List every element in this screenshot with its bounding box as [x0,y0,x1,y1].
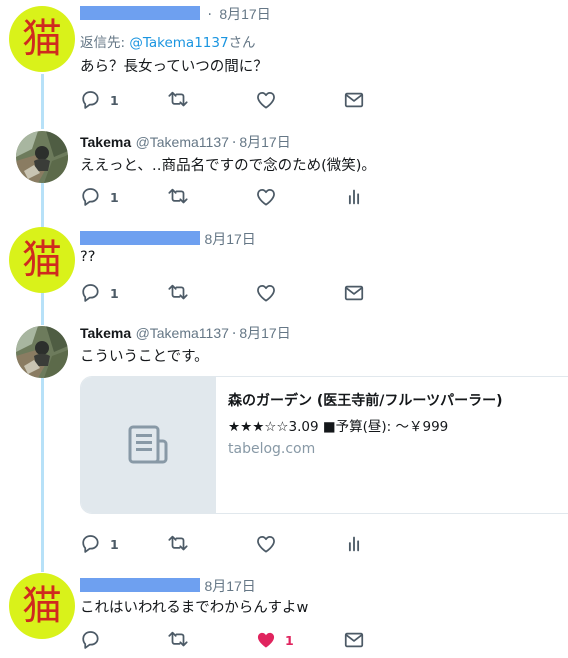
display-name[interactable]: Takema [80,325,131,341]
reply-icon [82,188,99,206]
reply-button[interactable] [80,629,102,651]
heart-filled-icon [257,632,275,648]
retweet-icon [168,91,188,107]
retweet-button[interactable] [167,282,189,304]
user-photo-image [16,326,68,378]
reply-icon [82,535,99,553]
direct-message-button[interactable] [343,89,365,111]
user-handle[interactable]: @Takema1137 [136,325,229,341]
retweet-button[interactable] [167,186,189,208]
like-button[interactable]: 1 [255,629,294,651]
like-count: 1 [285,632,294,648]
document-icon [128,425,167,464]
tweet[interactable]: Takema @Takema1137 · 8月17日 ええっと、‥商品名ですので念の… [0,120,568,220]
retweet-icon [168,535,188,551]
timestamp[interactable]: 8月17日 [239,325,290,341]
timestamp[interactable]: 8月17日 [219,6,270,22]
retweet-icon [168,284,188,300]
avatar[interactable]: 猫 [9,573,75,639]
mention-link[interactable]: @Takema1137 [129,35,228,51]
tweet-header: · 8月17日 [80,4,271,24]
direct-message-button[interactable] [343,282,365,304]
tweet[interactable]: 猫 8月17日 これはいわれるまでわからんすよw 1 [0,567,568,658]
link-card[interactable]: 森のガーデン (医王寺前/フルーツパーラー) ★★★☆☆3.09 ■予算(昼):… [80,376,568,514]
heart-icon [257,91,275,109]
tweet-text: こういうことです。 [80,349,209,365]
card-domain: tabelog.com [228,441,316,457]
tweet-actions: 1 [80,282,380,304]
avatar[interactable]: 猫 [9,227,75,293]
avatar[interactable] [16,326,68,378]
reply-icon [82,91,99,109]
like-button[interactable] [255,533,277,555]
tweet-header: 8月17日 [80,576,256,596]
mail-icon [344,285,364,301]
tweet-text: ?? [80,249,96,265]
tweet-text: ええっと、‥商品名ですので念のため(微笑)。 [80,158,376,174]
retweet-button[interactable] [167,629,189,651]
tweet-actions: 1 [80,186,380,208]
tweet-text: あら？長女っていつの間に？ [80,59,268,75]
tweet-text: これはいわれるまでわからんすよw [80,600,309,616]
tweet-actions: 1 [80,533,380,555]
analytics-button[interactable] [343,186,365,208]
timestamp[interactable]: 8月17日 [204,578,255,594]
reply-count: 1 [110,92,119,108]
reply-icon [82,284,99,302]
analytics-icon [348,536,360,552]
redacted-name [80,231,200,245]
analytics-icon [348,189,360,205]
user-handle[interactable]: @Takema1137 [136,134,229,150]
like-button[interactable] [255,186,277,208]
tweet[interactable]: 猫 8月17日 ?? 1 [0,220,568,317]
tweet[interactable]: Takema @Takema1137 · 8月17日 こういうことです。 森のガーデ… [0,317,568,567]
redacted-name [80,578,200,592]
avatar[interactable] [16,131,68,183]
direct-message-button[interactable] [343,629,365,651]
mail-icon [344,632,364,648]
reply-button[interactable]: 1 [80,533,119,555]
reply-count: 1 [110,189,119,205]
reply-button[interactable]: 1 [80,89,119,111]
tweet-header: 8月17日 [80,229,256,249]
redacted-name [80,6,200,20]
reply-icon [82,631,99,649]
tweet-header: Takema @Takema1137 · 8月17日 [80,134,291,151]
reply-count: 1 [110,536,119,552]
card-thumbnail [81,377,216,513]
retweet-icon [168,631,188,647]
reply-button[interactable]: 1 [80,282,119,304]
reply-context: 返信先: @Takema1137さん [80,35,256,51]
heart-icon [257,284,275,302]
user-photo-image [16,131,68,183]
card-description: ★★★☆☆3.09 ■予算(昼): ～￥999 [228,419,449,435]
like-button[interactable] [255,89,277,111]
tweet-header: Takema @Takema1137 · 8月17日 [80,325,291,342]
retweet-button[interactable] [167,89,189,111]
tweet-actions: 1 [80,89,380,111]
retweet-button[interactable] [167,533,189,555]
tweet-actions: 1 [80,629,380,651]
timestamp[interactable]: 8月17日 [204,231,255,247]
reply-count: 1 [110,285,119,301]
tweet[interactable]: 猫 · 8月17日 返信先: @Takema1137さん あら？長女っていつの間… [0,0,568,120]
timestamp[interactable]: 8月17日 [239,134,290,150]
card-title: 森のガーデン (医王寺前/フルーツパーラー) [228,393,503,409]
heart-icon [257,535,275,553]
analytics-button[interactable] [343,533,365,555]
avatar[interactable]: 猫 [9,6,75,72]
heart-icon [257,188,275,206]
display-name[interactable]: Takema [80,134,131,150]
like-button[interactable] [255,282,277,304]
reply-button[interactable]: 1 [80,186,119,208]
mail-icon [344,92,364,108]
retweet-icon [168,188,188,204]
